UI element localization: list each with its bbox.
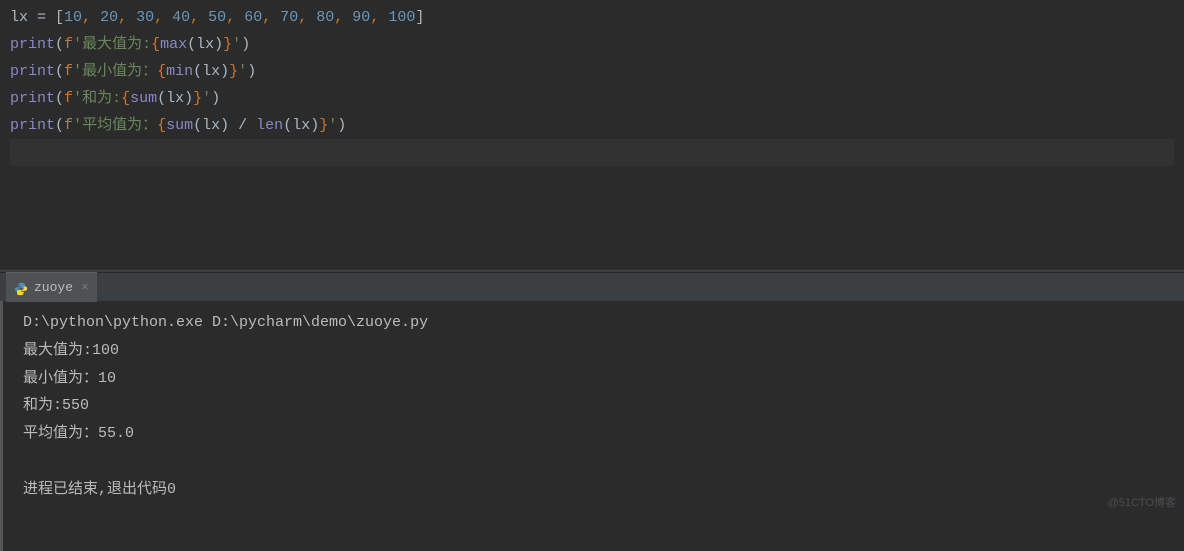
num: 80	[316, 9, 334, 26]
num: 10	[64, 9, 82, 26]
builtin-fn: print	[10, 63, 55, 80]
code-line[interactable]: print(f'平均值为：{sum(lx) / len(lx)}')	[10, 112, 1174, 139]
code-line[interactable]: print(f'和为:{sum(lx)}')	[10, 85, 1174, 112]
tab-label: zuoye	[34, 276, 73, 299]
comma: ,	[370, 9, 388, 26]
console-output[interactable]: D:\python\python.exe D:\pycharm\demo\zuo…	[0, 301, 1184, 551]
python-icon	[14, 281, 28, 295]
num: 30	[136, 9, 154, 26]
num: 60	[244, 9, 262, 26]
run-tab[interactable]: zuoye ×	[6, 272, 97, 302]
num: 100	[388, 9, 415, 26]
code-line[interactable]: print(f'最小值为：{min(lx)}')	[10, 58, 1174, 85]
string-text: 平均值为：	[82, 117, 157, 134]
code-line[interactable]: lx = [10, 20, 30, 40, 50, 60, 70, 80, 90…	[10, 4, 1174, 31]
comma: ,	[262, 9, 280, 26]
current-line[interactable]	[10, 139, 1174, 166]
console-line: 平均值为：55.0	[23, 420, 1164, 448]
code-editor[interactable]: lx = [10, 20, 30, 40, 50, 60, 70, 80, 90…	[0, 0, 1184, 235]
num: 90	[352, 9, 370, 26]
console-line: 和为:550	[23, 392, 1164, 420]
comma: ,	[226, 9, 244, 26]
run-tab-bar: zuoye ×	[0, 273, 1184, 301]
string-text: 最小值为：	[82, 63, 157, 80]
comma: ,	[334, 9, 352, 26]
comma: ,	[82, 9, 100, 26]
num: 20	[100, 9, 118, 26]
watermark: @51CTO博客	[1108, 494, 1176, 514]
comma: ,	[154, 9, 172, 26]
builtin-fn: print	[10, 90, 55, 107]
num: 70	[280, 9, 298, 26]
console-command: D:\python\python.exe D:\pycharm\demo\zuo…	[23, 309, 1164, 337]
builtin-fn: print	[10, 117, 55, 134]
console-line: 最小值为：10	[23, 365, 1164, 393]
string-text: 和为:	[82, 90, 121, 107]
variable: lx	[10, 9, 28, 26]
console-line: 最大值为:100	[23, 337, 1164, 365]
num: 40	[172, 9, 190, 26]
exit-message: 进程已结束,退出代码0	[23, 476, 1164, 504]
string-text: 最大值为:	[82, 36, 151, 53]
num: 50	[208, 9, 226, 26]
bracket-open: [	[55, 9, 64, 26]
comma: ,	[190, 9, 208, 26]
builtin-fn: print	[10, 36, 55, 53]
equals: =	[28, 9, 55, 26]
comma: ,	[298, 9, 316, 26]
spacer	[23, 448, 1164, 476]
bracket-close: ]	[415, 9, 424, 26]
code-line[interactable]: print(f'最大值为:{max(lx)}')	[10, 31, 1174, 58]
comma: ,	[118, 9, 136, 26]
close-icon[interactable]: ×	[81, 276, 89, 299]
editor-gap	[0, 235, 1184, 269]
